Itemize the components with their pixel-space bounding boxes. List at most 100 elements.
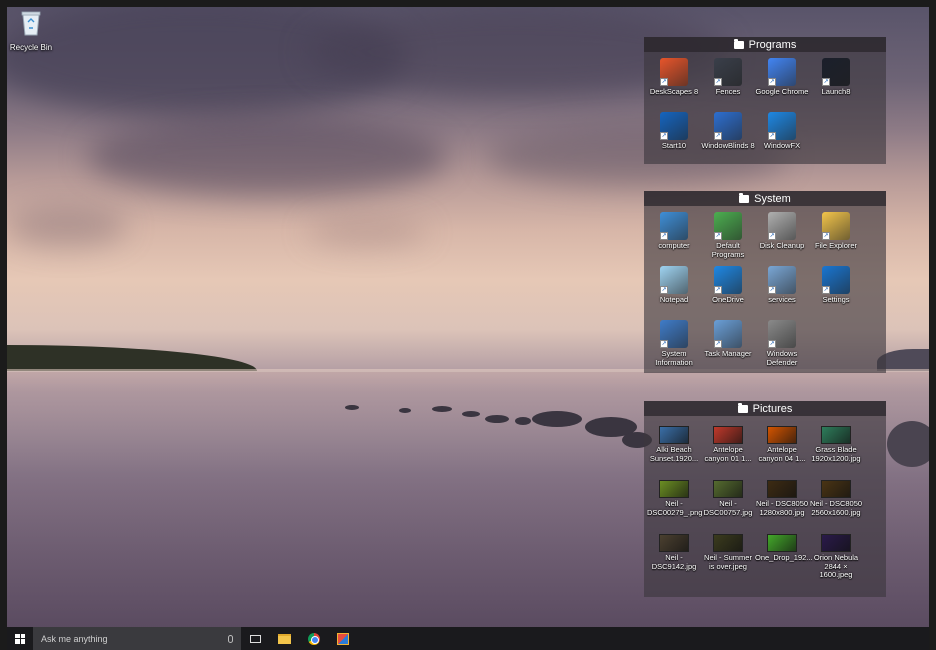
fence-system[interactable]: System ↗ computer ↗ Default Programs ↗ Disk C… bbox=[644, 191, 886, 373]
windows-logo-icon bbox=[15, 633, 25, 644]
microphone-icon[interactable] bbox=[228, 634, 233, 643]
fence-title: System bbox=[754, 192, 791, 205]
item-label: services bbox=[768, 295, 796, 304]
image-thumbnail-icon bbox=[713, 426, 743, 444]
picture-file-item[interactable]: Neil - DSC8050 2560x1600.jpg bbox=[809, 474, 863, 528]
item-label: Neil - DSC00279_.png bbox=[647, 499, 703, 517]
picture-file-item[interactable]: Neil - DSC00757.jpg bbox=[701, 474, 755, 528]
image-thumbnail-icon bbox=[767, 534, 797, 552]
item-label: One_Drop_192... bbox=[755, 553, 813, 562]
item-label: System Information bbox=[655, 349, 693, 367]
shortcut-item[interactable]: ↗ Default Programs bbox=[701, 210, 755, 264]
shortcut-arrow-icon: ↗ bbox=[714, 340, 722, 348]
shortcut-arrow-icon: ↗ bbox=[822, 286, 830, 294]
item-label: File Explorer bbox=[814, 241, 858, 250]
shortcut-arrow-icon: ↗ bbox=[822, 78, 830, 86]
shortcut-item[interactable]: ↗ Windows Defender bbox=[755, 318, 809, 372]
shortcut-item[interactable]: ↗ Start10 bbox=[647, 110, 701, 164]
fence-pictures[interactable]: Pictures Alki Beach Sunset.1920... Antelo… bbox=[644, 401, 886, 597]
item-label: Notepad bbox=[659, 295, 689, 304]
shortcut-arrow-icon: ↗ bbox=[768, 78, 776, 86]
shortcut-item[interactable]: ↗ OneDrive bbox=[701, 264, 755, 318]
item-label: Windows Defender bbox=[766, 349, 798, 367]
item-label: OneDrive bbox=[712, 295, 744, 304]
recycle-bin-shortcut[interactable]: Recycle Bin bbox=[9, 10, 53, 52]
fence-title-bar[interactable]: Pictures bbox=[644, 401, 886, 416]
fence-programs[interactable]: Programs ↗ DeskScapes 8 ↗ Fences ↗ Google Chr… bbox=[644, 37, 886, 164]
picture-file-item[interactable]: Neil - DSC00279_.png bbox=[647, 474, 703, 528]
picture-file-item[interactable]: Neil - DSC8050 1280x800.jpg bbox=[755, 474, 809, 528]
fence-grid: ↗ DeskScapes 8 ↗ Fences ↗ Google Chrome ↗ Launc… bbox=[644, 52, 886, 164]
item-label: Disk Cleanup bbox=[759, 241, 805, 250]
shortcut-arrow-icon: ↗ bbox=[660, 78, 668, 86]
shortcut-item[interactable]: ↗ Launch8 bbox=[809, 56, 863, 110]
picture-file-item[interactable]: Grass Blade 1920x1200.jpg bbox=[809, 420, 863, 474]
taskbar: Ask me anything bbox=[7, 627, 929, 650]
folder-icon bbox=[737, 402, 748, 413]
shortcut-item[interactable]: ↗ WindowBlinds 8 bbox=[701, 110, 755, 164]
shortcut-arrow-icon: ↗ bbox=[714, 78, 722, 86]
picture-file-item[interactable]: Antelope canyon 04 1... bbox=[755, 420, 809, 474]
image-thumbnail-icon bbox=[659, 426, 689, 444]
item-label: Default Programs bbox=[711, 241, 745, 259]
item-label: Fences bbox=[715, 87, 741, 96]
shortcut-item[interactable]: ↗ Settings bbox=[809, 264, 863, 318]
picture-file-item[interactable]: Antelope canyon 01 1... bbox=[701, 420, 755, 474]
shortcut-arrow-icon: ↗ bbox=[714, 132, 722, 140]
folder-icon bbox=[739, 192, 750, 203]
shortcut-arrow-icon: ↗ bbox=[822, 232, 830, 240]
item-label: Alki Beach Sunset.1920... bbox=[649, 445, 699, 463]
shortcut-arrow-icon: ↗ bbox=[714, 286, 722, 294]
start-button[interactable] bbox=[7, 627, 33, 650]
item-label: Task Manager bbox=[704, 349, 752, 358]
image-thumbnail-icon bbox=[821, 534, 851, 552]
picture-file-item[interactable]: One_Drop_192... bbox=[755, 528, 813, 582]
shortcut-item[interactable]: ↗ System Information bbox=[647, 318, 701, 372]
picture-file-item[interactable]: Neil - DSC9142.jpg bbox=[647, 528, 701, 582]
image-thumbnail-icon bbox=[821, 480, 851, 498]
task-view-button[interactable] bbox=[241, 627, 270, 650]
folder-icon bbox=[733, 38, 744, 49]
shortcut-arrow-icon: ↗ bbox=[768, 132, 776, 140]
item-label: DeskScapes 8 bbox=[649, 87, 699, 96]
shortcut-item[interactable]: ↗ File Explorer bbox=[809, 210, 863, 264]
shortcut-item[interactable]: ↗ DeskScapes 8 bbox=[647, 56, 701, 110]
shortcut-item[interactable]: ↗ WindowFX bbox=[755, 110, 809, 164]
image-thumbnail-icon bbox=[659, 534, 689, 552]
taskbar-file-explorer[interactable] bbox=[270, 627, 299, 650]
item-label: WindowFX bbox=[763, 141, 801, 150]
rock bbox=[432, 406, 452, 412]
item-label: Settings bbox=[822, 295, 850, 304]
cortana-search-box[interactable]: Ask me anything bbox=[33, 627, 241, 650]
rock bbox=[515, 417, 531, 425]
item-label: Neil - DSC00757.jpg bbox=[703, 499, 753, 517]
rock bbox=[532, 411, 582, 427]
image-thumbnail-icon bbox=[821, 426, 851, 444]
image-thumbnail-icon bbox=[659, 480, 689, 498]
shortcut-item[interactable]: ↗ services bbox=[755, 264, 809, 318]
picture-file-item[interactable]: Neil - Summer is over.jpeg bbox=[701, 528, 755, 582]
taskbar-windows-store[interactable] bbox=[328, 627, 357, 650]
shortcut-item[interactable]: ↗ Task Manager bbox=[701, 318, 755, 372]
rock bbox=[462, 411, 480, 417]
shortcut-item[interactable]: ↗ Fences bbox=[701, 56, 755, 110]
shortcut-item[interactable]: ↗ computer bbox=[647, 210, 701, 264]
fence-title-bar[interactable]: System bbox=[644, 191, 886, 206]
fence-grid: Alki Beach Sunset.1920... Antelope canyon… bbox=[644, 416, 886, 582]
fence-title-bar[interactable]: Programs bbox=[644, 37, 886, 52]
item-label: WindowBlinds 8 bbox=[701, 141, 755, 150]
taskbar-chrome[interactable] bbox=[299, 627, 328, 650]
shortcut-arrow-icon: ↗ bbox=[768, 340, 776, 348]
shortcut-arrow-icon: ↗ bbox=[768, 232, 776, 240]
picture-file-item[interactable]: Alki Beach Sunset.1920... bbox=[647, 420, 701, 474]
item-label: Neil - DSC8050 2560x1600.jpg bbox=[809, 499, 863, 517]
item-label: computer bbox=[658, 241, 690, 250]
item-label: Grass Blade 1920x1200.jpg bbox=[811, 445, 861, 463]
picture-file-item[interactable]: Orion Nebula 2844 × 1600.jpeg bbox=[809, 528, 863, 582]
task-view-icon bbox=[250, 634, 261, 643]
shortcut-arrow-icon: ↗ bbox=[660, 286, 668, 294]
shortcut-item[interactable]: ↗ Google Chrome bbox=[755, 56, 809, 110]
shortcut-item[interactable]: ↗ Disk Cleanup bbox=[755, 210, 809, 264]
item-label: Neil - Summer is over.jpeg bbox=[704, 553, 752, 571]
shortcut-item[interactable]: ↗ Notepad bbox=[647, 264, 701, 318]
